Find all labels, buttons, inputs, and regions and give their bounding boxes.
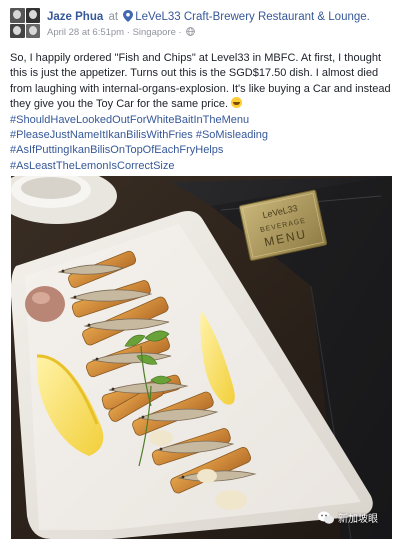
- hashtag[interactable]: #PleaseJustNameItIkanBilisWithFries #SoM…: [10, 128, 394, 143]
- wechat-icon: [318, 511, 334, 524]
- at-word: at: [108, 11, 119, 23]
- place-link[interactable]: LeVeL33 Craft-Brewery Restaurant & Loung…: [135, 11, 370, 23]
- post-body: So, I happily ordered "Fish and Chips" a…: [10, 51, 394, 174]
- post-timestamp[interactable]: April 28 at 6:51pm: [47, 27, 124, 38]
- watermark: 新加坡眼: [318, 510, 378, 525]
- post-meta: April 28 at 6:51pm · Singapore ·: [47, 27, 196, 38]
- laughing-emoji-icon: [231, 97, 243, 109]
- avatar[interactable]: [10, 8, 40, 38]
- globe-icon[interactable]: [186, 27, 196, 36]
- meta-separator: ·: [126, 27, 130, 38]
- post-body-text: So, I happily ordered "Fish and Chips" a…: [10, 51, 394, 113]
- watermark-text: 新加坡眼: [338, 514, 378, 525]
- post-headline: Jaze Phua at LeVeL33 Craft-Brewery Resta…: [47, 10, 370, 23]
- post-header: Jaze Phua at LeVeL33 Craft-Brewery Resta…: [10, 7, 390, 39]
- author-name[interactable]: Jaze Phua: [47, 11, 103, 23]
- post-photo[interactable]: LeVeL33 BEVERAGE MENU 新加坡眼: [11, 176, 392, 539]
- post-message: So, I happily ordered "Fish and Chips" a…: [10, 52, 391, 111]
- hashtag[interactable]: #ShouldHaveLookedOutForWhiteBaitInTheMen…: [10, 113, 394, 128]
- meta-separator-2: ·: [178, 27, 182, 38]
- post-location[interactable]: Singapore: [133, 27, 176, 38]
- food-photo-illustration: LeVeL33 BEVERAGE MENU: [11, 176, 392, 539]
- hashtag[interactable]: #AsLeastTheLemonIsCorrectSize: [10, 159, 394, 174]
- map-pin-icon: [123, 10, 134, 22]
- hashtag[interactable]: #AsIfPuttingIkanBilisOnTopOfEachFryHelps: [10, 143, 394, 158]
